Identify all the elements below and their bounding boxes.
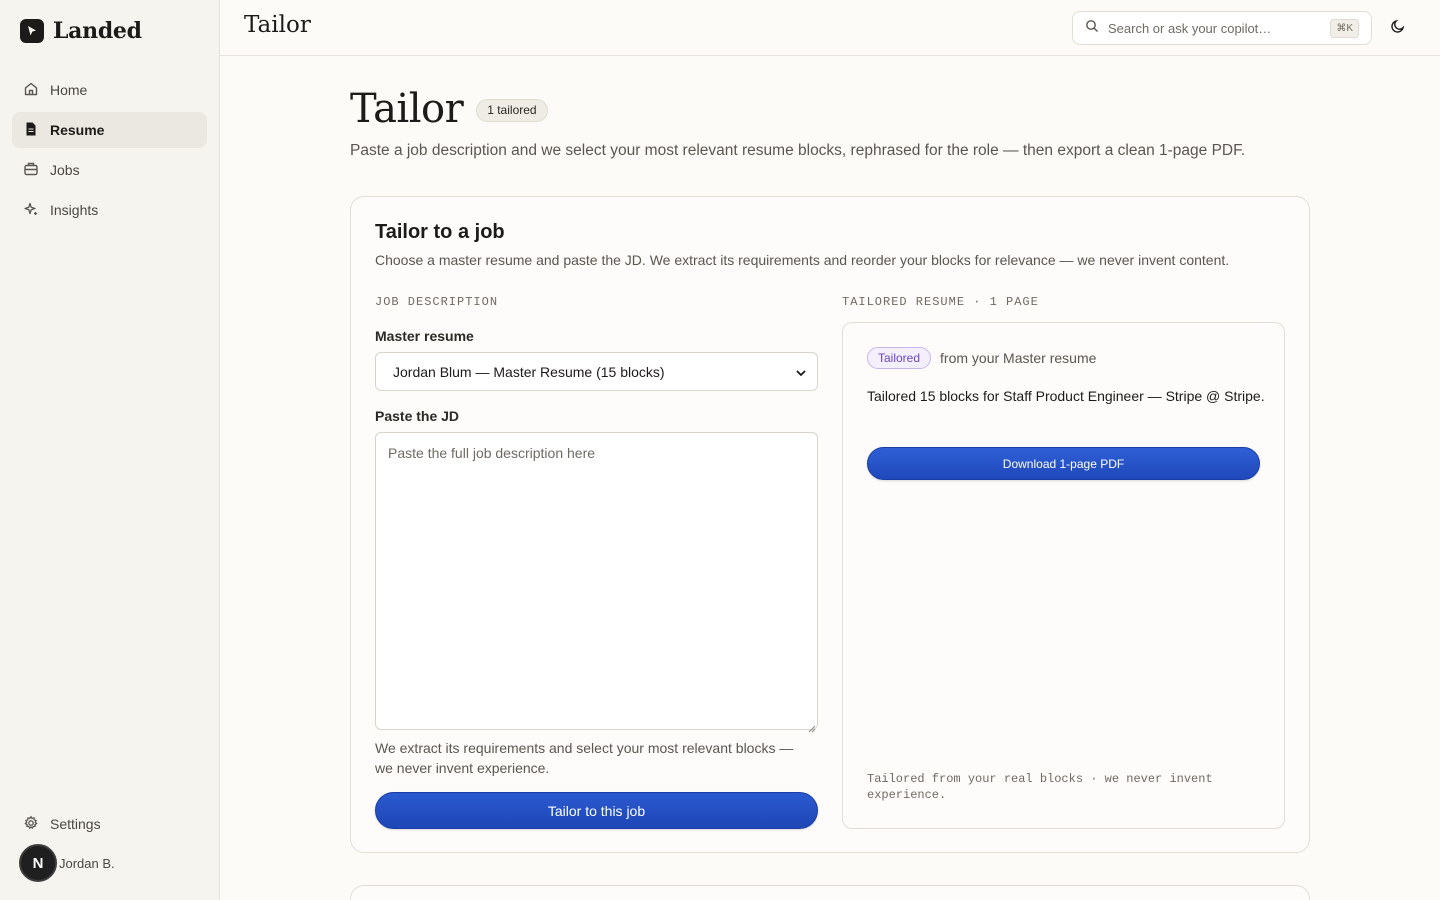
search-icon: [1085, 19, 1099, 38]
search-box[interactable]: ⌘K: [1072, 11, 1372, 45]
user-menu[interactable]: N Jordan B.: [19, 844, 115, 882]
tailored-resume-section-label: TAILORED RESUME · 1 PAGE: [842, 295, 1039, 309]
sidebar-item-insights[interactable]: Insights: [12, 192, 207, 228]
chevron-down-icon: [795, 366, 807, 382]
app-name: Landed: [53, 18, 142, 44]
preview-footnote: Tailored from your real blocks · we neve…: [867, 772, 1213, 802]
tag-row: Tailored from your Master resume: [867, 347, 1096, 369]
app-logo[interactable]: Landed: [20, 18, 142, 44]
jd-textarea[interactable]: [375, 432, 818, 730]
sidebar-item-label: Home: [50, 82, 88, 98]
secondary-card: [350, 885, 1310, 900]
jd-helper-text: We extract its requirements and select y…: [375, 740, 794, 776]
page-title: Tailor: [350, 86, 464, 132]
sidebar: Landed Home Resume Jobs Insights Setting…: [0, 0, 220, 900]
sidebar-item-resume[interactable]: Resume: [12, 112, 207, 148]
header-title: Tailor: [244, 12, 311, 38]
master-resume-value: Jordan Blum — Master Resume (15 blocks): [393, 363, 665, 380]
home-icon: [23, 81, 39, 100]
sidebar-item-home[interactable]: Home: [12, 72, 207, 108]
sidebar-nav: Home Resume Jobs Insights: [12, 72, 207, 232]
jd-label: Paste the JD: [375, 408, 460, 424]
job-description-section-label: JOB DESCRIPTION: [375, 295, 499, 309]
card-subtitle: Choose a master resume and paste the JD.…: [375, 252, 1230, 268]
card-title: Tailor to a job: [375, 221, 505, 243]
tailor-button[interactable]: Tailor to this job: [375, 792, 818, 829]
page-subtitle: Paste a job description and we select yo…: [350, 142, 1246, 159]
briefcase-icon: [23, 161, 39, 180]
download-pdf-button[interactable]: Download 1-page PDF: [867, 447, 1260, 480]
sparkle-icon: [23, 201, 39, 220]
theme-toggle-button[interactable]: [1387, 17, 1409, 39]
tailored-summary: Tailored 15 blocks for Staff Product Eng…: [867, 388, 1265, 404]
master-resume-label: Master resume: [375, 328, 474, 344]
sidebar-item-label: Insights: [50, 202, 99, 218]
shortcut-hint: ⌘K: [1330, 19, 1359, 38]
sidebar-item-label: Resume: [50, 122, 105, 138]
tailored-tag: Tailored: [867, 347, 932, 369]
tailored-count-badge: 1 tailored: [476, 98, 548, 122]
resize-grip-icon[interactable]: [808, 720, 816, 738]
document-icon: [23, 121, 39, 140]
tailor-card: Tailor to a job Choose a master resume a…: [350, 196, 1310, 853]
avatar[interactable]: N: [19, 844, 57, 882]
moon-icon: [1390, 18, 1406, 39]
page-heading: Tailor 1 tailored: [350, 86, 548, 132]
tailored-resume-preview: Tailored from your Master resume Tailore…: [842, 322, 1285, 829]
tag-source-text: from your Master resume: [940, 350, 1097, 366]
sidebar-item-settings[interactable]: Settings: [12, 806, 207, 842]
sidebar-item-jobs[interactable]: Jobs: [12, 152, 207, 188]
logo-icon: [20, 19, 44, 43]
search-input[interactable]: [1108, 20, 1318, 36]
top-bar: Tailor ⌘K: [220, 0, 1440, 56]
user-name: Jordan B.: [59, 855, 115, 871]
sidebar-item-label: Jobs: [50, 162, 80, 178]
settings-label: Settings: [50, 816, 101, 832]
gear-icon: [23, 815, 39, 834]
master-resume-select[interactable]: Jordan Blum — Master Resume (15 blocks): [375, 352, 818, 391]
